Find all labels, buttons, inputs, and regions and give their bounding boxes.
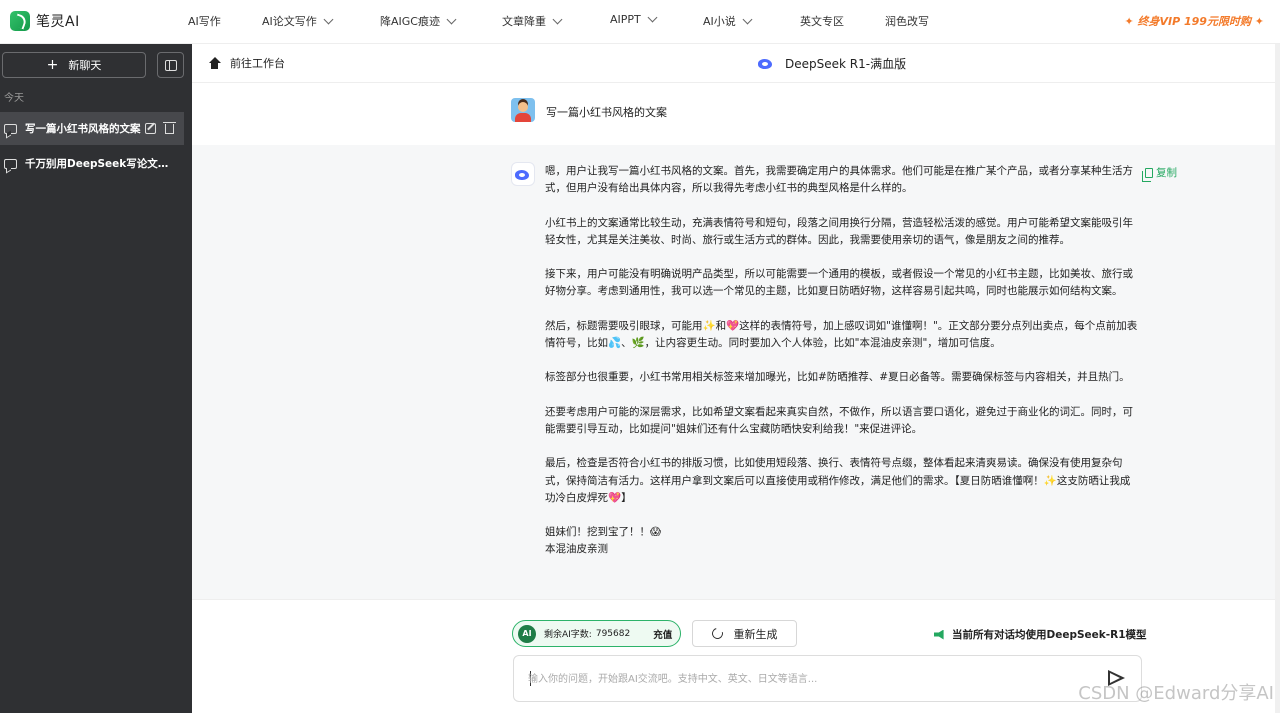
ai-quota-icon: AI [518,624,536,643]
quota-value: 795682 [595,628,631,639]
answer-paragraph: 还要考虑用户可能的深层需求，比如希望文案看起来真实自然，不做作，所以语言要口语化… [545,405,1133,435]
copy-label: 复制 [1156,167,1177,179]
regenerate-label: 重新生成 [733,627,778,641]
assistant-avatar [511,162,535,186]
assistant-message-area[interactable]: 嗯，用户让我写一篇小红书风格的文案。首先，我需要确定用户的具体需求。他们可能是在… [192,145,1280,599]
answer-paragraph: 然后，标题需要吸引眼球，可能用✨和💖这样的表情符号，加上感叹词如"谁懂啊！"。正… [545,319,1138,350]
nav-item-label: AIPPT [610,13,641,26]
chevron-down-icon [446,14,457,24]
nav-item-reduce-aigc[interactable]: 降AIGC痕迹 [380,13,457,29]
chat-input-box[interactable] [513,655,1142,702]
nav-item-polish[interactable]: 润色改写 [885,13,929,29]
new-chat-label: 新聊天 [68,59,102,72]
nav-item-aippt[interactable]: AIPPT [610,12,658,26]
model-notice: 当前所有对话均使用DeepSeek-R1模型 [934,627,1147,642]
copy-button[interactable]: 复制 [1142,165,1177,182]
sidebar: + 新聊天 今天 写一篇小红书风格的文案 千万别用DeepSeek写论文，... [0,44,192,713]
nav-item-ai-novel[interactable]: AI小说 [703,13,753,29]
quota-pill: AI 剩余AI字数: 795682 充值 [512,620,681,647]
edit-icon[interactable] [145,123,156,134]
home-icon [208,56,221,70]
user-message-text: 写一篇小红书风格的文案 [546,106,667,119]
nav-item-label: 文章降重 [502,15,546,28]
top-nav: 笔灵AI AI写作 AI论文写作 降AIGC痕迹 文章降重 AIPPT AI小说… [0,0,1280,44]
nav-item-ai-writing[interactable]: AI写作 [188,13,221,29]
chat-input[interactable] [528,670,1088,688]
nav-item-english[interactable]: 英文专区 [800,13,844,29]
answer-paragraph: 小红书上的文案通常比较生动，充满表情符号和短句，段落之间用换行分隔，营造轻松活泼… [545,216,1133,246]
conversation-title: 千万别用DeepSeek写论文，... [25,158,175,170]
chevron-down-icon [323,14,334,24]
conversation-item[interactable]: 千万别用DeepSeek写论文，... [0,147,184,180]
sidebar-toggle-button[interactable] [157,52,184,78]
conversation-title: 写一篇小红书风格的文案 [25,123,141,135]
scrollbar-track[interactable] [1275,44,1280,713]
chat-header: 前往工作台 DeepSeek R1-满血版 [192,44,1280,83]
nav-item-ai-paper[interactable]: AI论文写作 [262,13,334,29]
brand-logo-icon [10,11,30,31]
vip-promo-link[interactable]: ✦ 终身VIP 199元限时购 ✦ [1124,13,1264,29]
section-today-label: 今天 [4,93,24,104]
answer-paragraph: 嗯，用户让我写一篇小红书风格的文案。首先，我需要确定用户的具体需求。他们可能是在… [545,165,1133,195]
answer-paragraph: 最后，检查是否符合小红书的排版习惯，比如使用短段落、换行、表情符号点缀，整体看起… [545,457,1131,504]
nav-item-label: 润色改写 [885,15,929,28]
assistant-answer: 嗯，用户让我写一篇小红书风格的文案。首先，我需要确定用户的具体需求。他们可能是在… [545,163,1140,559]
nav-item-label: AI小说 [703,15,736,28]
speaker-icon [934,629,944,640]
chat-bubble-icon [4,123,17,134]
nav-item-label: 英文专区 [800,15,844,28]
chevron-down-icon [552,14,563,24]
answer-paragraph: 接下来，用户可能没有明确说明产品类型，所以可能需要一个通用的模板，或者假设一个常… [545,268,1133,298]
user-message-row: 写一篇小红书风格的文案 [192,83,1280,145]
workbench-link[interactable]: 前往工作台 [208,55,285,71]
answer-line: 姐妹们！挖到宝了！！😱 [545,526,661,539]
chevron-down-icon [647,12,658,23]
regenerate-button[interactable]: 重新生成 [692,620,797,647]
deepseek-whale-icon [757,57,775,70]
answer-line: 本混油皮亲测 [545,543,608,556]
copy-icon [1142,167,1153,182]
workbench-label: 前往工作台 [230,57,285,70]
model-notice-text: 当前所有对话均使用DeepSeek-R1模型 [952,629,1147,641]
brand-name: 笔灵AI [36,14,80,30]
csdn-watermark: CSDN @Edward分享AI [1078,683,1274,704]
user-avatar [511,98,535,122]
conversation-item-active[interactable]: 写一篇小红书风格的文案 [0,112,184,145]
nav-item-label: 降AIGC痕迹 [380,15,440,28]
chat-main: 前往工作台 DeepSeek R1-满血版 写一篇小红书风格的文案 嗯，用户让我… [192,44,1280,713]
refresh-icon [709,625,725,642]
model-name: DeepSeek R1-满血版 [785,57,907,71]
model-title: DeepSeek R1-满血版 [757,55,906,72]
chevron-down-icon [742,14,753,24]
quota-label: 剩余AI字数: [544,630,592,640]
deepseek-whale-icon [514,168,532,181]
brand-logo[interactable]: 笔灵AI [10,10,80,32]
trash-icon[interactable] [163,121,176,134]
sidebar-toggle-icon [165,60,177,71]
answer-paragraph: 标签部分也很重要，小红书常用相关标签来增加曝光，比如#防晒推荐、#夏日必备等。需… [545,371,1130,384]
nav-item-label: AI写作 [188,15,221,28]
chat-bubble-icon [4,158,17,169]
nav-item-article-rewrite[interactable]: 文章降重 [502,13,563,29]
new-chat-button[interactable]: + 新聊天 [2,52,146,78]
nav-item-label: AI论文写作 [262,15,317,28]
recharge-button[interactable]: 充值 [653,627,672,641]
plus-icon: + [46,57,59,73]
